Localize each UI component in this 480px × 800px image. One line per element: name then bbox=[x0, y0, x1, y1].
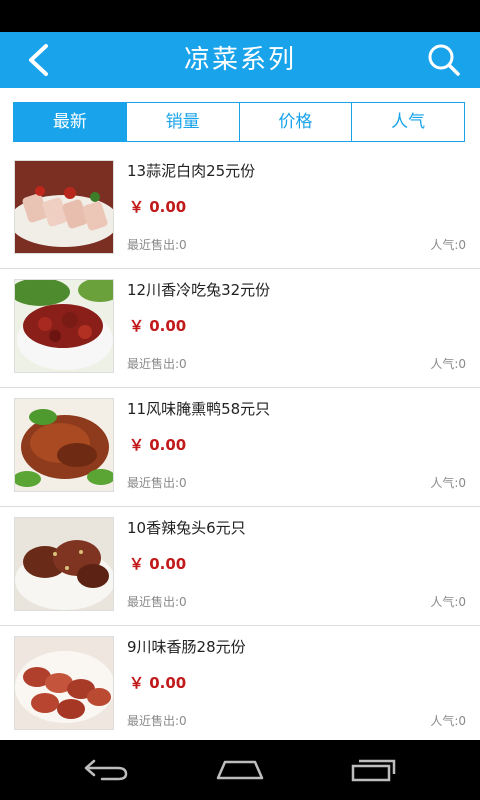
popularity-count: 人气:0 bbox=[430, 357, 466, 371]
recent-sales: 最近售出:0 bbox=[127, 595, 187, 609]
dish-price: ￥ 0.00 bbox=[129, 198, 187, 216]
page-title: 凉菜系列 bbox=[183, 45, 296, 75]
tab-price[interactable]: 价格 bbox=[238, 103, 352, 141]
dish-price: ￥ 0.00 bbox=[129, 317, 187, 335]
dish-name: 12川香冷吃兔32元份 bbox=[127, 281, 271, 299]
nav-home-button[interactable] bbox=[210, 752, 270, 788]
dish-name: 10香辣兔头6元只 bbox=[127, 519, 246, 537]
dish-image bbox=[14, 636, 114, 730]
tab-popularity[interactable]: 人气 bbox=[351, 103, 464, 141]
nav-recents-icon bbox=[351, 759, 396, 782]
popularity-count: 人气:0 bbox=[430, 595, 466, 609]
popularity-count: 人气:0 bbox=[430, 476, 466, 490]
dish-image bbox=[14, 517, 114, 611]
list-item[interactable]: 9川味香肠28元份 ￥ 0.00 最近售出:0 人气:0 bbox=[0, 626, 480, 740]
dish-price: ￥ 0.00 bbox=[129, 436, 187, 454]
nav-back-button[interactable] bbox=[76, 752, 136, 788]
popularity-count: 人气:0 bbox=[430, 714, 466, 728]
dish-name: 13蒜泥白肉25元份 bbox=[127, 162, 256, 180]
tab-newest[interactable]: 最新 bbox=[14, 103, 126, 141]
app-bar: 凉菜系列 bbox=[0, 32, 480, 88]
dish-image bbox=[14, 160, 114, 254]
dish-image bbox=[14, 279, 114, 373]
search-button[interactable] bbox=[424, 40, 464, 80]
list-item[interactable]: 10香辣兔头6元只 ￥ 0.00 最近售出:0 人气:0 bbox=[0, 507, 480, 626]
recent-sales: 最近售出:0 bbox=[127, 357, 187, 371]
list-item[interactable]: 11风味腌熏鸭58元只 ￥ 0.00 最近售出:0 人气:0 bbox=[0, 388, 480, 507]
list-item[interactable]: 12川香冷吃兔32元份 ￥ 0.00 最近售出:0 人气:0 bbox=[0, 269, 480, 388]
dish-price: ￥ 0.00 bbox=[129, 555, 187, 573]
popularity-count: 人气:0 bbox=[430, 238, 466, 252]
recent-sales: 最近售出:0 bbox=[127, 238, 187, 252]
nav-recents-button[interactable] bbox=[344, 752, 404, 788]
dish-price: ￥ 0.00 bbox=[129, 674, 187, 692]
system-nav-bar bbox=[0, 740, 480, 800]
dish-list: 13蒜泥白肉25元份 ￥ 0.00 最近售出:0 人气:0 12川香冷吃兔32元… bbox=[0, 150, 480, 740]
tab-sales[interactable]: 销量 bbox=[125, 103, 239, 141]
dish-image bbox=[14, 398, 114, 492]
recent-sales: 最近售出:0 bbox=[127, 476, 187, 490]
search-icon bbox=[428, 44, 460, 76]
dish-name: 11风味腌熏鸭58元只 bbox=[127, 400, 271, 418]
nav-back-icon bbox=[84, 759, 128, 781]
list-item[interactable]: 13蒜泥白肉25元份 ￥ 0.00 最近售出:0 人气:0 bbox=[0, 150, 480, 269]
sort-tabs: 最新 销量 价格 人气 bbox=[13, 102, 465, 142]
status-bar bbox=[0, 0, 480, 32]
recent-sales: 最近售出:0 bbox=[127, 714, 187, 728]
nav-home-icon bbox=[216, 760, 264, 780]
dish-name: 9川味香肠28元份 bbox=[127, 638, 246, 656]
